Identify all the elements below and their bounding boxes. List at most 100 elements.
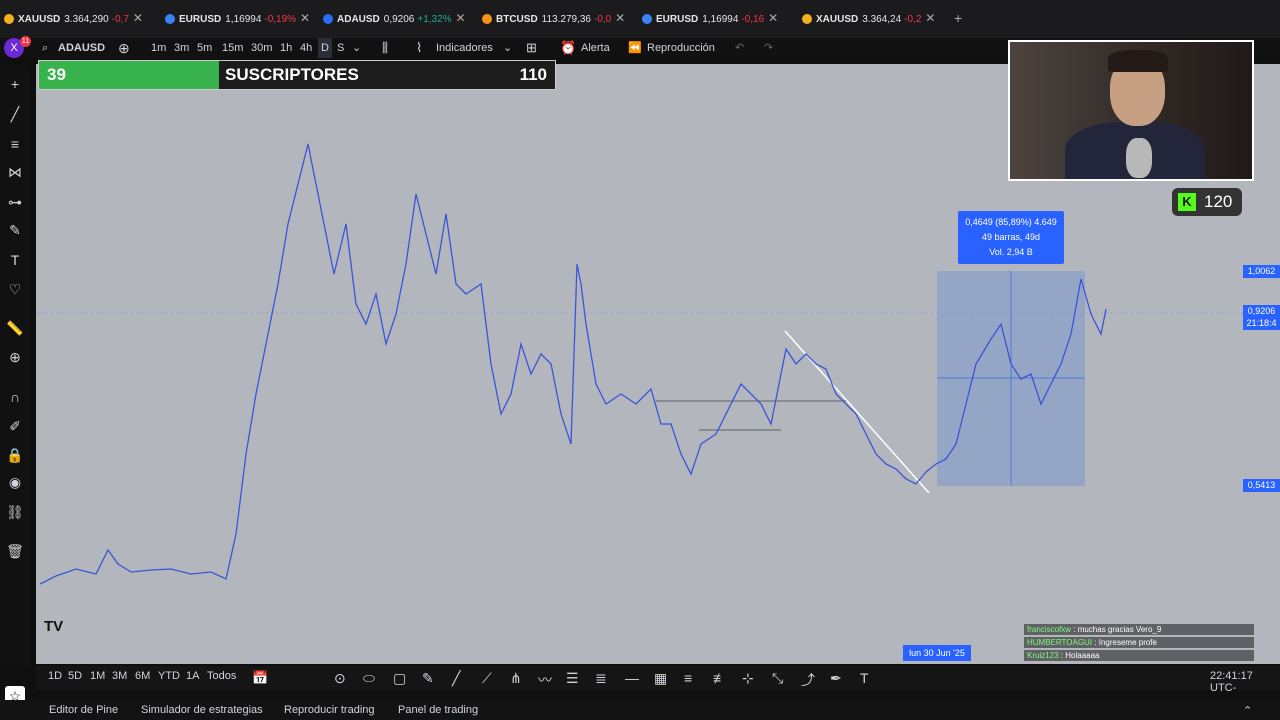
pitchfork-icon[interactable]: ⋔	[510, 670, 522, 687]
chat-message: franciscofxw : muchas gracias Vero_9	[1024, 624, 1254, 635]
fib-retracement-icon[interactable]: ≡	[5, 134, 25, 154]
range-5d[interactable]: 5D	[68, 670, 82, 682]
text-icon[interactable]: T	[860, 670, 869, 686]
tab-xauusd-1[interactable]: XAUUSD 3.364,290 -0,7 ✕	[4, 8, 143, 30]
magnet-icon[interactable]: ∩	[5, 387, 25, 407]
kick-viewer-badge: K 120	[1172, 188, 1242, 216]
indicators-icon[interactable]: ⌇	[416, 38, 422, 58]
tab-trading-panel[interactable]: Panel de trading	[398, 704, 478, 716]
interval-d[interactable]: D	[318, 38, 332, 58]
notification-badge: 11	[20, 36, 31, 47]
chevron-down-icon[interactable]: ⌄	[352, 38, 361, 58]
brush-icon[interactable]: ✎	[5, 220, 25, 240]
tab-eurusd-2[interactable]: EURUSD 1,16994 -0,16 ✕	[642, 8, 778, 30]
alarm-icon[interactable]: ⏰	[560, 38, 576, 58]
close-icon[interactable]: ✕	[615, 11, 625, 25]
close-icon[interactable]: ✕	[133, 11, 143, 25]
interval-s[interactable]: S	[337, 38, 344, 58]
lock-icon[interactable]: 🔒	[5, 445, 25, 465]
tab-adausd[interactable]: ADAUSD 0,9206 +1,32% ✕	[323, 8, 466, 30]
range-all[interactable]: Todos	[207, 670, 236, 682]
channel-icon[interactable]: ≣	[595, 670, 607, 687]
ray-icon[interactable]: ⟋	[482, 670, 492, 687]
replay-icon[interactable]: ⏪	[628, 38, 642, 58]
undo-icon[interactable]: ↶	[735, 38, 744, 58]
indicators-button[interactable]: Indicadores	[436, 38, 493, 58]
alert-button[interactable]: Alerta	[581, 38, 610, 58]
add-symbol-icon[interactable]: ⊕	[118, 38, 130, 58]
target-icon[interactable]: ⊙	[334, 670, 346, 687]
fib-icon[interactable]: ☰	[566, 670, 579, 687]
interval-4h[interactable]: 4h	[300, 38, 312, 58]
gann-icon[interactable]: ≡	[684, 670, 692, 686]
range-1a[interactable]: 1A	[186, 670, 199, 682]
replay-button[interactable]: Reproducción	[647, 38, 715, 58]
layout-grid-icon[interactable]: ⊞	[526, 38, 537, 58]
tab-symbol: ADAUSD	[337, 13, 380, 25]
interval-1h[interactable]: 1h	[280, 38, 292, 58]
tab-strategy-tester[interactable]: Simulador de estrategias	[141, 704, 263, 716]
collapse-icon[interactable]: ⌃	[1243, 704, 1252, 717]
search-icon[interactable]: ⌕	[42, 38, 48, 58]
pattern-icon[interactable]: ⋈	[5, 162, 25, 182]
trend-line-icon[interactable]: ╱	[5, 104, 25, 124]
subscriber-label: SUSCRIPTORES	[225, 65, 359, 84]
tab-symbol: EURUSD	[656, 13, 699, 25]
cross-line-icon[interactable]: ⊹	[742, 670, 754, 687]
currency-icon	[642, 14, 652, 24]
range-ytd[interactable]: YTD	[158, 670, 180, 682]
tab-eurusd-1[interactable]: EURUSD 1,16994 -0,19% ✕	[165, 8, 310, 30]
tab-symbol: XAUUSD	[816, 13, 859, 25]
subscriber-progress-fill	[39, 61, 219, 89]
brush-icon[interactable]: ✎	[422, 670, 434, 687]
new-tab-icon[interactable]: +	[954, 10, 962, 26]
calendar-icon[interactable]: 📅	[252, 670, 268, 686]
line-icon[interactable]: ╱	[452, 670, 460, 687]
candles-icon[interactable]: ⫼	[382, 38, 388, 58]
heart-icon[interactable]: ♡	[5, 279, 25, 299]
gold-coin-icon	[4, 14, 14, 24]
text-icon[interactable]: T	[5, 250, 25, 270]
link-icon[interactable]: ⛓	[5, 502, 25, 522]
forecast-icon[interactable]: ⊶	[5, 192, 25, 212]
path-icon[interactable]: ⤡	[772, 670, 783, 687]
table-icon[interactable]: ▦	[654, 670, 667, 687]
tab-xauusd-2[interactable]: XAUUSD 3.364,24 -0,2 ✕	[802, 8, 935, 30]
interval-15m[interactable]: 15m	[222, 38, 243, 58]
interval-5m[interactable]: 5m	[197, 38, 212, 58]
symbol-search[interactable]: ADAUSD	[58, 38, 105, 58]
range-1d[interactable]: 1D	[48, 670, 62, 682]
close-icon[interactable]: ✕	[768, 11, 778, 25]
crosshair-date-label: lun 30 Jun '25	[903, 645, 971, 661]
tab-btcusd[interactable]: BTCUSD 113.279,36 -0,0 ✕	[482, 8, 625, 30]
curve-icon[interactable]: ⤴	[801, 670, 815, 690]
close-icon[interactable]: ✕	[300, 11, 310, 25]
range-1m[interactable]: 1M	[90, 670, 105, 682]
range-6m[interactable]: 6M	[135, 670, 150, 682]
close-icon[interactable]: ✕	[456, 11, 466, 25]
tab-pine-editor[interactable]: Editor de Pine	[49, 704, 118, 716]
redo-icon[interactable]: ↷	[764, 38, 773, 58]
shape-icon[interactable]: ⬭	[363, 670, 375, 687]
subscriber-goal-bar: 39 SUSCRIPTORES 110	[38, 60, 556, 90]
ruler-icon[interactable]: 📏	[5, 318, 25, 338]
zoom-in-icon[interactable]: ⊕	[5, 347, 25, 367]
horizontal-ray-icon[interactable]: —	[625, 670, 639, 686]
viewer-count: 120	[1204, 192, 1233, 211]
range-3m[interactable]: 3M	[112, 670, 127, 682]
interval-3m[interactable]: 3m	[174, 38, 189, 58]
trash-icon[interactable]: 🗑	[5, 541, 25, 561]
tab-replay-trading[interactable]: Reproducir trading	[284, 704, 375, 716]
close-icon[interactable]: ✕	[925, 11, 935, 25]
rectangle-icon[interactable]: ▢	[393, 670, 406, 687]
eye-icon[interactable]: ◉	[5, 472, 25, 492]
crosshair-icon[interactable]: +	[5, 74, 25, 94]
interval-30m[interactable]: 30m	[251, 38, 272, 58]
stay-drawing-icon[interactable]: ✐	[5, 416, 25, 436]
pen-icon[interactable]: ✒	[830, 670, 842, 687]
wave-icon[interactable]: 〰	[538, 670, 552, 690]
interval-1m[interactable]: 1m	[151, 38, 166, 58]
chevron-down-icon[interactable]: ⌄	[503, 38, 512, 58]
tab-symbol: EURUSD	[179, 13, 222, 25]
parallel-icon[interactable]: ≢	[713, 670, 727, 686]
